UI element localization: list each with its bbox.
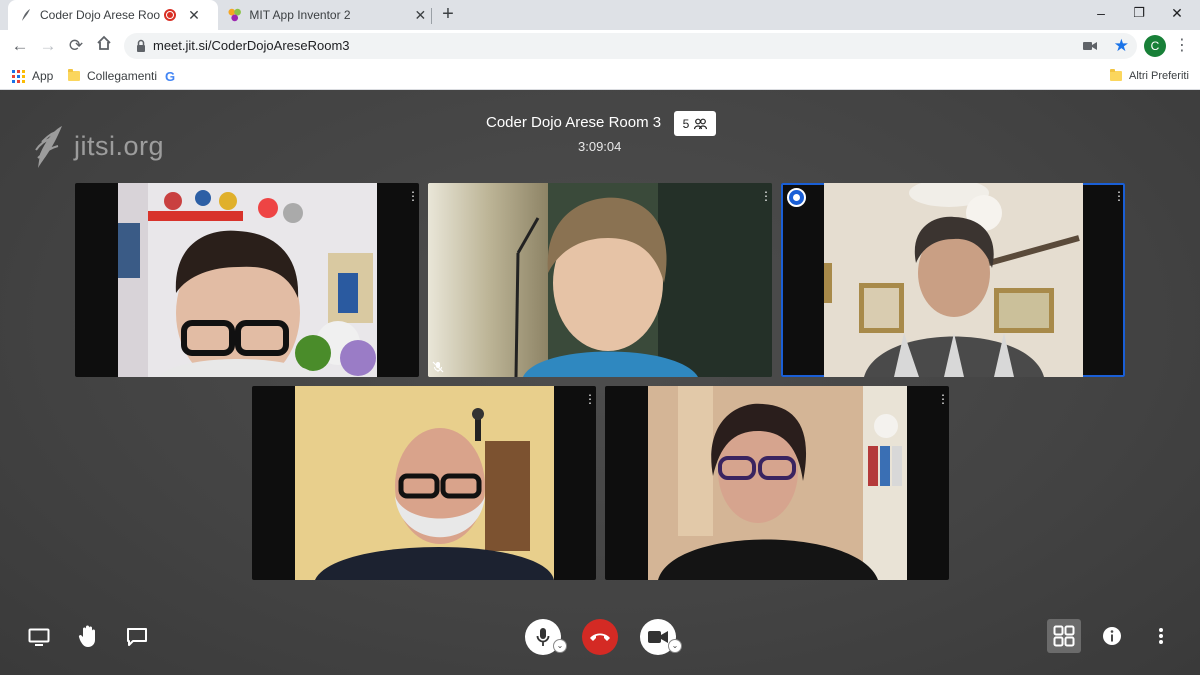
chat-icon [127, 628, 147, 646]
participant-video [648, 386, 907, 580]
close-window-button[interactable]: ✕ [1154, 0, 1200, 26]
camera-in-use-icon[interactable] [1083, 41, 1097, 51]
info-icon [1103, 627, 1121, 645]
apps-grid-icon [12, 69, 25, 83]
tile-more-options-icon[interactable]: ⋮ [584, 392, 596, 406]
home-icon[interactable] [92, 34, 116, 58]
video-tile-participant-2[interactable]: ⋮ [428, 183, 772, 377]
forward-arrow-icon[interactable]: → [36, 34, 60, 58]
participants-icon [694, 118, 708, 129]
jitsi-logo-icon [35, 126, 62, 168]
recording-indicator-icon [164, 9, 176, 21]
bookmark-apps[interactable]: App [12, 66, 53, 86]
folder-icon [1110, 69, 1122, 81]
tab-title: Coder Dojo Arese Room 3 | J [40, 8, 160, 22]
back-arrow-icon[interactable]: ← [8, 34, 32, 58]
raise-hand-icon [78, 625, 95, 647]
chat-button[interactable] [124, 624, 150, 650]
camera-icon [648, 631, 668, 643]
bookmark-label: Collegamenti [87, 69, 158, 83]
browser-menu-icon[interactable]: ⋮ [1172, 34, 1192, 58]
desktop-share-icon [28, 628, 50, 646]
watermark-text: jitsi.org [74, 130, 165, 161]
participant-count: 5 [682, 116, 690, 131]
tile-more-options-icon[interactable]: ⋮ [760, 189, 772, 203]
tab-separator [431, 8, 432, 24]
screen-share-button[interactable] [26, 624, 52, 650]
info-button[interactable] [1101, 625, 1123, 647]
tile-more-options-icon[interactable]: ⋮ [1113, 189, 1125, 203]
video-tile-participant-5[interactable]: ⋮ [605, 386, 949, 580]
bookmark-other[interactable]: Altri Preferiti [1110, 66, 1189, 86]
dominant-speaker-icon [787, 188, 806, 207]
microphone-settings-chevron-icon[interactable]: ⌄ [553, 639, 567, 653]
video-tile-participant-1[interactable]: ⋮ [75, 183, 419, 377]
participant-count-badge[interactable]: 5 [674, 111, 716, 136]
profile-avatar[interactable]: C [1144, 35, 1166, 57]
tab-close-icon[interactable]: ✕ [186, 7, 202, 24]
video-tile-participant-3[interactable]: ⋮ [781, 183, 1125, 377]
jitsi-favicon-icon [22, 9, 30, 21]
folder-icon [68, 69, 80, 81]
lock-icon [137, 39, 145, 52]
microphone-icon [536, 628, 550, 646]
tab-close-icon[interactable]: ✕ [413, 7, 428, 24]
app-inventor-favicon-icon [228, 8, 241, 22]
jitsi-watermark[interactable]: jitsi.org [32, 120, 164, 172]
more-actions-button[interactable] [1150, 625, 1172, 647]
tab-coder-dojo[interactable]: Coder Dojo Arese Room 3 | J ✕ [8, 0, 218, 30]
bookmark-google[interactable]: G [165, 66, 175, 86]
participant-video [824, 183, 1083, 377]
bookmark-label: App [32, 69, 54, 83]
browser-toolbar: ← → ⟳ meet.jit.si/CoderDojoAreseRoom3 ★ … [0, 30, 1200, 62]
more-vertical-icon [1159, 628, 1163, 644]
participant-video [295, 386, 554, 580]
meeting-timer: 3:09:04 [578, 139, 622, 154]
url-text: meet.jit.si/CoderDojoAreseRoom3 [153, 38, 350, 53]
tile-more-options-icon[interactable]: ⋮ [937, 392, 949, 406]
tile-more-options-icon[interactable]: ⋮ [407, 189, 419, 203]
raise-hand-button[interactable] [76, 622, 102, 650]
tab-mit-app-inventor[interactable]: MIT App Inventor 2 ✕ [220, 0, 428, 30]
tile-view-button[interactable] [1047, 619, 1081, 653]
reload-icon[interactable]: ⟳ [64, 34, 88, 58]
video-tile-participant-4[interactable]: ⋮ [252, 386, 596, 580]
bookmark-star-icon[interactable]: ★ [1114, 36, 1129, 56]
camera-settings-chevron-icon[interactable]: ⌄ [668, 639, 682, 653]
google-icon: G [165, 68, 176, 84]
meeting-subject: Coder Dojo Arese Room 3 [486, 114, 662, 131]
browser-tab-strip: Coder Dojo Arese Room 3 | J ✕ MIT App In… [0, 0, 1200, 30]
bookmarks-bar: App Collegamenti G Altri Preferiti [0, 62, 1200, 90]
mic-muted-icon [432, 361, 444, 373]
address-bar[interactable]: meet.jit.si/CoderDojoAreseRoom3 ★ [124, 33, 1137, 59]
tab-title: MIT App Inventor 2 [249, 8, 351, 22]
new-tab-button[interactable]: + [437, 3, 459, 25]
participant-video [118, 183, 377, 377]
bookmark-collegamenti[interactable]: Collegamenti [68, 66, 157, 86]
participant-video [428, 183, 772, 377]
meeting-area: jitsi.org Coder Dojo Arese Room 3 5 3:09… [0, 90, 1200, 675]
bookmark-label: Altri Preferiti [1129, 70, 1189, 82]
hangup-icon [590, 633, 610, 641]
hangup-button[interactable] [582, 619, 618, 655]
tile-view-icon [1053, 625, 1075, 647]
